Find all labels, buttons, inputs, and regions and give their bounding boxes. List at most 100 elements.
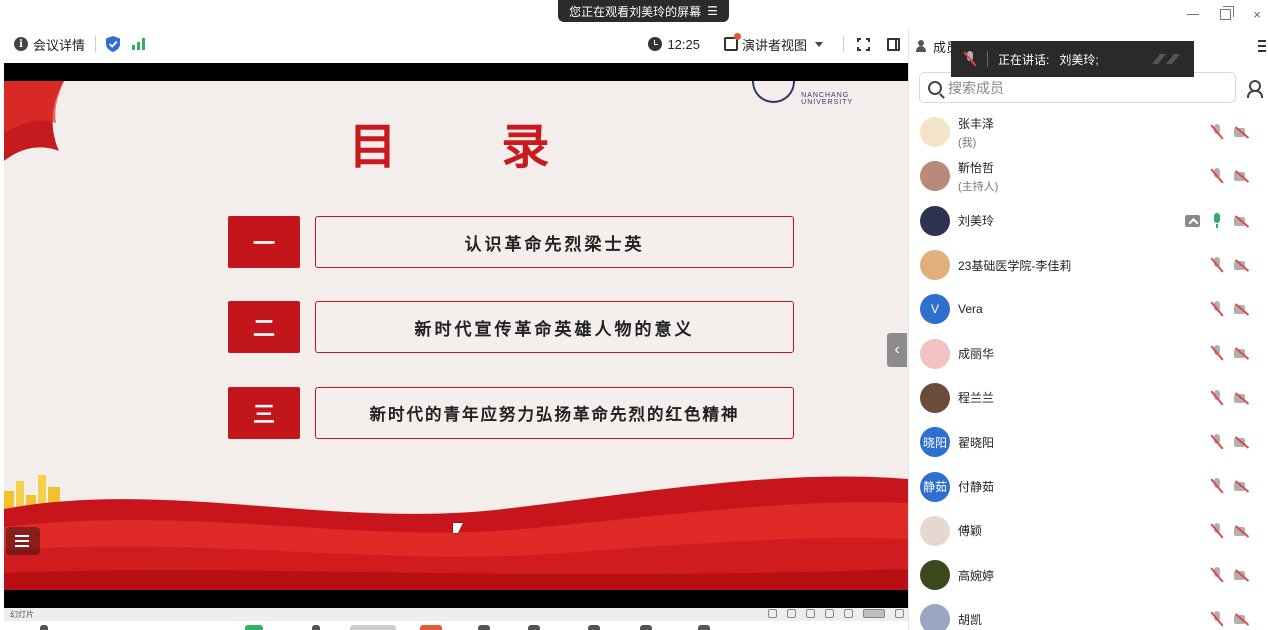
- member-status-icons: [1210, 522, 1250, 539]
- toc-item-number: 一: [228, 216, 300, 268]
- toggle-panel-button[interactable]: [878, 29, 908, 59]
- member-row[interactable]: 靳怡哲 (主持人): [909, 154, 1268, 198]
- avatar: [920, 161, 950, 192]
- camera-off-icon[interactable]: [1234, 435, 1250, 449]
- close-button[interactable]: ×: [1250, 6, 1264, 22]
- member-row[interactable]: 刘美玲: [909, 199, 1268, 243]
- member-row[interactable]: V Vera: [909, 287, 1268, 331]
- member-name: 付静茹: [958, 480, 995, 495]
- mic-muted-icon[interactable]: [1210, 611, 1224, 627]
- fullscreen-button[interactable]: [848, 29, 878, 59]
- avatar: V: [920, 294, 950, 325]
- avatar: [920, 250, 950, 281]
- avatar: [920, 117, 950, 148]
- member-row[interactable]: 胡凯: [909, 597, 1268, 630]
- presenter-view-icon: [723, 33, 741, 51]
- member-name: 靳怡哲: [958, 160, 995, 175]
- screen-share-icon: [1185, 214, 1200, 227]
- view-notes-icon[interactable]: [787, 609, 796, 618]
- meeting-toolbar: i 会议详情 12:25 演讲者视图: [0, 28, 908, 60]
- member-name: 高婉婷: [958, 568, 995, 583]
- member-text: 傅颖: [958, 522, 982, 539]
- member-row[interactable]: 傅颖: [909, 509, 1268, 553]
- view-grid-icon[interactable]: [825, 609, 834, 618]
- minimize-button[interactable]: [1186, 7, 1200, 21]
- mic-muted-icon[interactable]: [1210, 256, 1224, 273]
- member-search-input[interactable]: [948, 79, 1208, 96]
- member-name: 张丰泽: [958, 116, 995, 131]
- screen-share-banner[interactable]: 您正在观看刘美玲的屏幕 ☰: [558, 0, 729, 22]
- meeting-window: 您正在观看刘美玲的屏幕 ☰ × i 会议详情 12:25 演讲者视图 NANCH…: [0, 0, 1268, 630]
- presenter-view-button[interactable]: 演讲者视图: [723, 33, 823, 54]
- mic-muted-icon[interactable]: [1210, 478, 1224, 494]
- mic-muted-icon[interactable]: [1210, 301, 1224, 317]
- camera-off-icon[interactable]: [1234, 169, 1250, 183]
- mic-muted-icon[interactable]: [1210, 389, 1224, 406]
- meeting-time: 12:25: [667, 36, 700, 52]
- panel-menu-icon[interactable]: [1258, 40, 1266, 52]
- member-status-icons: [1210, 434, 1250, 450]
- meeting-info-label: 会议详情: [33, 37, 86, 53]
- member-text: Vera: [958, 302, 983, 316]
- invite-member-button[interactable]: [1242, 75, 1268, 101]
- mic-muted-icon[interactable]: [1210, 522, 1224, 539]
- view-zoom-icon[interactable]: [895, 609, 904, 618]
- member-row[interactable]: 静茹 付静茹: [909, 464, 1268, 508]
- camera-off-icon[interactable]: [1234, 479, 1250, 493]
- banner-menu-icon[interactable]: ☰: [707, 4, 718, 18]
- toc-item-text: 认识革命先烈梁士英: [315, 216, 794, 268]
- meeting-info-button[interactable]: i 会议详情: [14, 35, 85, 54]
- toc-item-text: 新时代宣传革命英雄人物的意义: [315, 301, 794, 353]
- member-row[interactable]: 程兰兰: [909, 376, 1268, 420]
- member-row[interactable]: 成丽华: [909, 331, 1268, 375]
- member-row[interactable]: 高婉婷: [909, 553, 1268, 597]
- camera-off-icon[interactable]: [1234, 568, 1250, 582]
- member-text: 刘美玲: [958, 212, 994, 229]
- member-text: 张丰泽 (我): [958, 115, 994, 150]
- camera-off-icon[interactable]: [1234, 391, 1250, 405]
- close-icon: ×: [1253, 6, 1261, 22]
- mic-muted-icon[interactable]: [1210, 434, 1224, 450]
- collapse-panel-button[interactable]: ‹: [887, 333, 907, 367]
- member-row[interactable]: 晓阳 翟晓阳: [909, 420, 1268, 464]
- member-name: 成丽华: [958, 347, 995, 362]
- university-seal: [752, 81, 796, 103]
- mic-muted-icon[interactable]: [1210, 345, 1224, 361]
- network-signal-icon[interactable]: [132, 38, 146, 50]
- audio-wave-icon: [1152, 54, 1180, 64]
- member-status-icons: [1210, 256, 1250, 273]
- avatar: [920, 604, 950, 630]
- view-sorter-icon[interactable]: [844, 609, 853, 618]
- camera-off-icon[interactable]: [1234, 302, 1250, 316]
- chevron-down-icon: [815, 41, 823, 47]
- camera-off-icon[interactable]: [1234, 346, 1250, 360]
- bottom-control-bar: [0, 621, 908, 630]
- mic-on-icon[interactable]: [1210, 212, 1224, 229]
- member-status-icons: [1210, 566, 1250, 583]
- mic-muted-icon[interactable]: [1210, 124, 1224, 140]
- camera-off-icon[interactable]: [1234, 612, 1250, 626]
- member-text: 程兰兰: [958, 389, 994, 406]
- camera-off-icon[interactable]: [1234, 214, 1250, 228]
- view-mode-icons: [768, 609, 904, 618]
- mic-muted-icon[interactable]: [1210, 168, 1224, 184]
- view-slideshow-icon[interactable]: [863, 609, 885, 618]
- slide-menu-button[interactable]: [6, 527, 40, 555]
- university-logo: NANCHANG UNIVERSITY: [752, 81, 902, 106]
- camera-off-icon[interactable]: [1234, 258, 1250, 272]
- security-shield-icon[interactable]: [106, 36, 121, 52]
- view-normal-icon[interactable]: [768, 609, 777, 618]
- restore-button[interactable]: [1218, 5, 1234, 21]
- camera-off-icon[interactable]: [1234, 125, 1250, 139]
- member-row[interactable]: 23基础医学院-李佳莉: [909, 243, 1268, 287]
- mic-muted-icon[interactable]: [1210, 566, 1224, 583]
- university-logo-text: NANCHANG UNIVERSITY: [801, 92, 854, 106]
- camera-off-icon[interactable]: [1234, 524, 1250, 538]
- member-row[interactable]: 张丰泽 (我): [909, 110, 1268, 154]
- toc-item: 二 新时代宣传革命英雄人物的意义: [228, 301, 794, 353]
- minimize-icon: [1187, 13, 1199, 15]
- avatar: [920, 382, 950, 413]
- view-reading-icon[interactable]: [806, 609, 815, 618]
- member-text: 胡凯: [958, 611, 982, 628]
- speaker-mic-icon: [963, 51, 977, 67]
